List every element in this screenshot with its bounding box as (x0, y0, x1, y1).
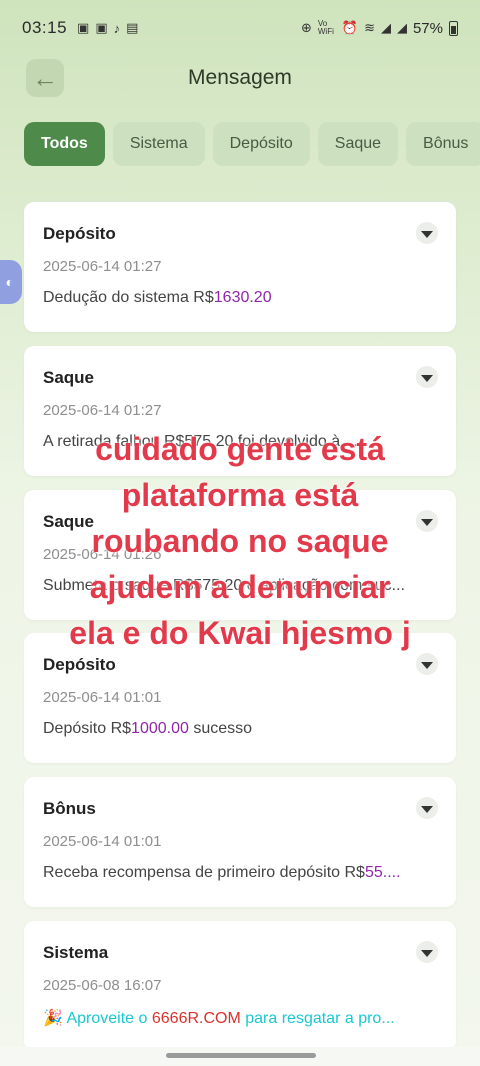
tiktok-icon: ♪ (113, 20, 121, 36)
chat-icon: ▣ (95, 20, 108, 35)
message-amount: 1630.20 (213, 289, 272, 306)
expand-toggle-icon[interactable] (416, 653, 438, 675)
status-time: 03:15 (22, 18, 68, 37)
expand-toggle-icon[interactable] (416, 941, 438, 963)
status-bar: 03:15 ▣ ▣ ♪ ▤ ⊕ Vo WiFi ⏰ ≋ ◢ ◢ 57% (0, 0, 480, 56)
overlay-line: ela e do Kwai hjesmo j (69, 615, 411, 651)
msg-icon: ▣ (77, 20, 90, 35)
home-indicator[interactable] (166, 1053, 316, 1058)
floating-support-tab[interactable]: ◐ (0, 260, 22, 304)
message-date: 2025-06-08 16:07 (43, 977, 162, 994)
message-text-suffix: para resgatar a pro... (240, 1010, 395, 1027)
message-title: Bônus (43, 799, 96, 818)
page-title: Mensagem (188, 66, 292, 89)
wifi-icon: ≋ (364, 20, 375, 35)
signal-icon: ◢ (380, 20, 391, 35)
sync-icon: ⊕ (300, 20, 312, 35)
party-popper-icon: 🎉 (43, 1010, 63, 1027)
message-card[interactable]: Depósito 2025-06-14 01:27 Dedução do sis… (24, 202, 456, 332)
message-text: Depósito R$1000.00 sucesso (43, 720, 437, 738)
tab-bonus[interactable]: Bônus (406, 122, 480, 166)
message-card[interactable]: Sistema 2025-06-08 16:07 🎉 Aproveite o 6… (24, 921, 456, 1051)
expand-toggle-icon[interactable] (416, 366, 438, 388)
alarm-icon: ⏰ (341, 20, 359, 35)
message-title: Depósito (43, 655, 116, 674)
message-title: Saque (43, 368, 95, 387)
category-tabs: Todos Sistema Depósito Saque Bônus (24, 122, 480, 166)
message-text: Dedução do sistema R$1630.20 (43, 289, 437, 307)
overlay-line: roubando no saque (91, 523, 389, 559)
back-button[interactable]: ← (26, 59, 64, 97)
message-date: 2025-06-14 01:01 (43, 689, 162, 706)
expand-toggle-icon[interactable] (416, 222, 438, 244)
tab-todos[interactable]: Todos (24, 122, 105, 166)
message-date: 2025-06-14 01:27 (43, 258, 162, 275)
expand-toggle-icon[interactable] (416, 797, 438, 819)
message-text-body: Dedução do sistema R$ (43, 289, 214, 306)
header: ← Mensagem (0, 56, 480, 100)
message-site-link[interactable]: 6666R.COM (152, 1010, 241, 1027)
overlay-caption: cuidado gente está plataforma está rouba… (0, 426, 480, 656)
signal-icon: ◢ (396, 20, 407, 35)
tab-saque[interactable]: Saque (317, 122, 399, 166)
message-date: 2025-06-14 01:01 (43, 833, 162, 850)
gallery-icon: ▤ (126, 20, 139, 35)
message-title: Depósito (43, 224, 116, 243)
message-amount: 1000.00 (131, 720, 189, 737)
battery-icon (449, 20, 458, 36)
message-text-suffix: sucesso (188, 720, 253, 737)
message-text-body: Depósito R$ (43, 720, 132, 737)
support-icon: ◐ (5, 274, 14, 290)
tab-deposito[interactable]: Depósito (212, 122, 310, 166)
overlay-line: plataforma está (121, 477, 359, 513)
overlay-line: cuidado gente está (95, 431, 385, 467)
message-amount: 55.... (364, 864, 401, 881)
tab-sistema[interactable]: Sistema (112, 122, 205, 166)
message-date: 2025-06-14 01:27 (43, 402, 162, 419)
message-title: Sistema (43, 943, 109, 962)
battery-text: 57% (412, 19, 443, 37)
vowifi-icon: Vo WiFi (317, 19, 334, 36)
arrow-left-icon: ← (32, 62, 58, 93)
message-text-body: Receba recompensa de primeiro depósito R… (43, 864, 365, 881)
message-text-body: Aproveite o (66, 1010, 152, 1027)
message-text: 🎉 Aproveite o 6666R.COM para resgatar a … (43, 1008, 437, 1028)
overlay-line: ajudem a denunciar (89, 569, 391, 605)
message-card[interactable]: Bônus 2025-06-14 01:01 Receba recompensa… (24, 777, 456, 907)
message-text: Receba recompensa de primeiro depósito R… (43, 864, 437, 882)
